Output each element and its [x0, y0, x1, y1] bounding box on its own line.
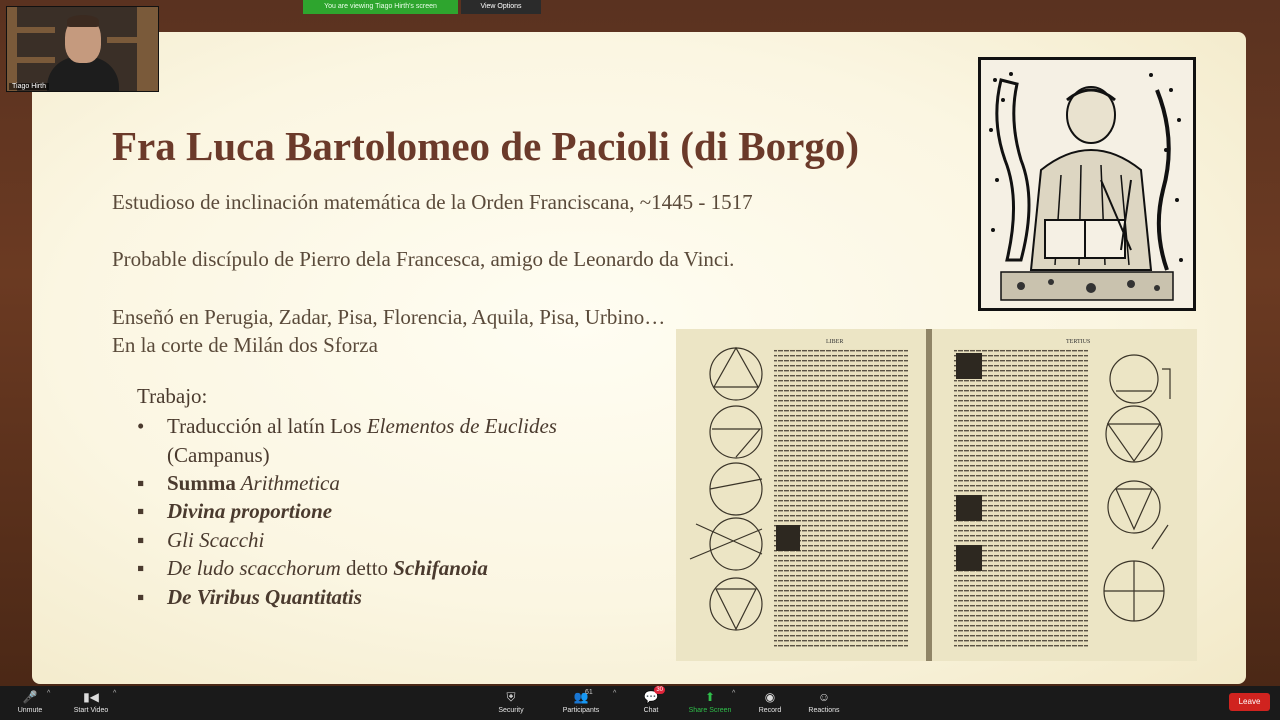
bookshelf [7, 7, 17, 91]
participant-video-thumbnail[interactable]: Tiago Hirth [6, 6, 159, 92]
list-item: ▪ Divina proportione [137, 497, 557, 526]
unmute-button[interactable]: 🎤 Unmute [0, 686, 60, 720]
view-options-button[interactable]: View Options [461, 0, 541, 14]
mic-off-icon: 🎤 [22, 690, 38, 704]
bookshelf [17, 57, 55, 63]
bookshelf [107, 37, 137, 43]
work-text-italic: Gli Scacchi [167, 527, 265, 552]
chat-unread-badge: 30 [654, 686, 665, 694]
work-text-italic: Arithmetica [235, 470, 340, 495]
record-icon: ◉ [764, 690, 776, 704]
security-label: Security [498, 707, 524, 714]
work-text: detto [340, 556, 394, 580]
list-item: ▪ Gli Scacchi [137, 526, 557, 555]
participants-button[interactable]: 👥 61 Participants [551, 686, 611, 720]
work-text-italic: Elementos de Euclides [366, 414, 557, 438]
works-list: • Traducción al latín Los Elementos de E… [137, 412, 557, 611]
chat-label: Chat [643, 707, 659, 714]
slide-line-taught: Enseñó en Perugia, Zadar, Pisa, Florenci… [112, 305, 666, 329]
bookshelf [17, 27, 55, 33]
audio-options-caret[interactable]: ^ [47, 690, 50, 697]
list-item: ▪ Summa Arithmetica [137, 469, 557, 498]
work-text-italic: De ludo scacchorum [167, 556, 341, 580]
share-options-caret[interactable]: ^ [732, 690, 735, 697]
list-item: ▪ De ludo scacchorum detto Schifanoia [137, 554, 557, 583]
work-text-bold-italic: Divina proportione [167, 499, 333, 523]
viewing-banner: You are viewing Tiago Hirth's screen [303, 0, 458, 14]
bullet: ▪ [137, 527, 145, 552]
bookshelf [137, 7, 158, 91]
list-item-continuation: (Campanus) [137, 441, 557, 469]
meeting-toolbar: 🎤 Unmute ^ ▮◀ Start Video ^ ⛨ Security 👥… [0, 686, 1280, 720]
participants-options-caret[interactable]: ^ [613, 690, 616, 697]
participant-hair [67, 15, 99, 27]
slide-title: Fra Luca Bartolomeo de Pacioli (di Borgo… [112, 123, 859, 169]
slide-line-disciple: Probable discípulo de Pierro dela France… [112, 247, 735, 271]
bullet: ▪ [137, 470, 145, 495]
work-text: Traducción al latín Los [167, 414, 367, 438]
book-drawing: LIBER TERTIUS [676, 329, 1197, 661]
start-video-button[interactable]: ▮◀ Start Video [61, 686, 121, 720]
share-screen-icon: ⬆ [704, 690, 716, 704]
security-button[interactable]: ⛨ Security [481, 686, 541, 720]
work-text-bold: Summa [167, 470, 236, 495]
work-text-bold-italic: Schifanoia [393, 556, 488, 580]
left-page-header: LIBER [826, 339, 843, 345]
slide-line-scholar: Estudioso de inclinación matemática de l… [112, 190, 753, 214]
share-screen-button[interactable]: ⬆ Share Screen [680, 686, 740, 720]
chat-icon: 💬 [643, 690, 659, 704]
record-label: Record [758, 707, 782, 714]
bullet: • [137, 414, 145, 438]
leave-button[interactable]: Leave [1229, 693, 1270, 711]
shield-icon: ⛨ [506, 690, 516, 704]
work-text-bold-italic: De Viribus Quantitatis [167, 584, 362, 609]
bullet: ▪ [137, 556, 145, 580]
right-page-header: TERTIUS [1066, 339, 1090, 345]
participants-label: Participants [562, 707, 600, 714]
video-options-caret[interactable]: ^ [113, 690, 116, 697]
work-text: (Campanus) [167, 442, 270, 467]
participants-count: 61 [585, 689, 593, 696]
participant-name: Tiago Hirth [9, 83, 49, 90]
bullet: ▪ [137, 584, 145, 609]
chat-button[interactable]: 💬 30 Chat [621, 686, 681, 720]
start-video-label: Start Video [73, 707, 109, 714]
slide-line-court: En la corte de Milán dos Sforza [112, 333, 378, 357]
share-screen-label: Share Screen [688, 707, 732, 714]
list-item: • Traducción al latín Los Elementos de E… [137, 412, 557, 441]
smile-icon: ☺ [817, 690, 831, 704]
unmute-label: Unmute [17, 707, 43, 714]
video-off-icon: ▮◀ [83, 690, 99, 704]
reactions-label: Reactions [808, 707, 840, 714]
reactions-button[interactable]: ☺ Reactions [794, 686, 854, 720]
pacioli-woodcut-portrait [978, 57, 1196, 311]
list-item: ▪ De Viribus Quantitatis [137, 583, 557, 612]
works-heading: Trabajo: [137, 384, 208, 408]
record-button[interactable]: ◉ Record [740, 686, 800, 720]
bullet: ▪ [137, 499, 145, 523]
people-icon: 👥 [573, 690, 589, 704]
woodcut-drawing [981, 60, 1193, 308]
euclid-book-pages-image: LIBER TERTIUS [676, 329, 1197, 661]
